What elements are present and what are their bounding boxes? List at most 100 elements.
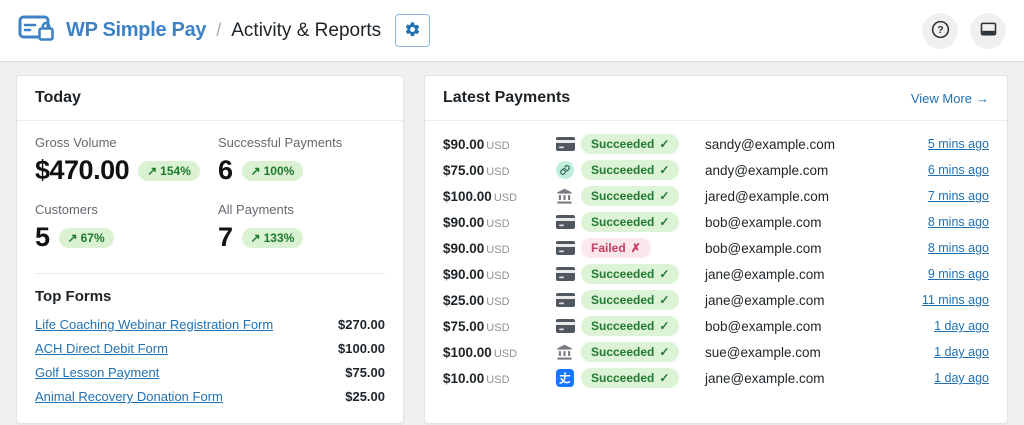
card-icon xyxy=(556,215,581,229)
payment-email: bob@example.com xyxy=(705,241,928,256)
top-form-row: ACH Direct Debit Form $100.00 xyxy=(35,341,385,356)
status-mark-icon: ✓ xyxy=(659,267,669,281)
form-link[interactable]: Life Coaching Webinar Registration Form xyxy=(35,317,273,332)
top-forms-list: Life Coaching Webinar Registration Form … xyxy=(35,317,385,404)
today-title: Today xyxy=(35,89,81,107)
stat-delta-badge: ↗ 133% xyxy=(242,228,304,248)
form-link[interactable]: Golf Lesson Payment xyxy=(35,365,159,380)
payment-email: sandy@example.com xyxy=(705,137,928,152)
status-mark-icon: ✓ xyxy=(659,319,669,333)
payment-time-link[interactable]: 5 mins ago xyxy=(928,137,989,151)
form-amount: $270.00 xyxy=(338,317,385,332)
payment-time-link[interactable]: 7 mins ago xyxy=(928,189,989,203)
form-amount: $25.00 xyxy=(345,389,385,404)
payment-row: $100.00USD Succeeded✓ jared@example.com … xyxy=(443,183,989,209)
view-more-link[interactable]: View More → xyxy=(911,91,989,106)
payment-time-link[interactable]: 8 mins ago xyxy=(928,215,989,229)
payment-row: $75.00USD Succeeded✓ bob@example.com 1 d… xyxy=(443,313,989,339)
payment-time-link[interactable]: 8 mins ago xyxy=(928,241,989,255)
stat-value: 6 xyxy=(218,155,233,186)
form-link[interactable]: ACH Direct Debit Form xyxy=(35,341,168,356)
status-mark-icon: ✓ xyxy=(659,371,669,385)
top-forms-title: Top Forms xyxy=(35,288,385,305)
help-button[interactable]: ? xyxy=(922,13,958,49)
stat-label: Successful Payments xyxy=(218,135,385,150)
stat-value: $470.00 xyxy=(35,155,129,186)
card-icon xyxy=(556,267,581,281)
latest-payments-title: Latest Payments xyxy=(443,89,570,107)
stat-value: 5 xyxy=(35,222,50,253)
payment-row: $75.00USD Succeeded✓ andy@example.com 6 … xyxy=(443,157,989,183)
payment-email: jared@example.com xyxy=(705,189,928,204)
status-mark-icon: ✓ xyxy=(659,189,669,203)
status-mark-icon: ✓ xyxy=(659,345,669,359)
link-icon xyxy=(556,161,581,179)
stat-label: Customers xyxy=(35,202,218,217)
stat-block: Customers 5 ↗ 67% xyxy=(35,202,218,253)
card-icon xyxy=(556,137,581,151)
payment-row: $10.00USD Succeeded✓ jane@example.com 1 … xyxy=(443,365,989,391)
payment-email: jane@example.com xyxy=(705,371,934,386)
payment-row: $90.00USD Succeeded✓ jane@example.com 9 … xyxy=(443,261,989,287)
payments-list: $90.00USD Succeeded✓ sandy@example.com 5… xyxy=(425,121,1007,405)
gear-icon xyxy=(404,21,421,41)
payment-amount: $90.00USD xyxy=(443,241,556,256)
payment-time-link[interactable]: 1 day ago xyxy=(934,345,989,359)
status-badge: Succeeded✓ xyxy=(581,186,679,206)
payment-email: bob@example.com xyxy=(705,319,934,334)
payment-amount: $100.00USD xyxy=(443,345,556,360)
status-mark-icon: ✓ xyxy=(659,137,669,151)
payment-row: $25.00USD Succeeded✓ jane@example.com 11… xyxy=(443,287,989,313)
screen-options-button[interactable] xyxy=(970,13,1006,49)
payment-amount: $90.00USD xyxy=(443,137,556,152)
stat-block: Successful Payments 6 ↗ 100% xyxy=(218,135,385,186)
status-mark-icon: ✓ xyxy=(659,163,669,177)
payment-row: $90.00USD Succeeded✓ sandy@example.com 5… xyxy=(443,131,989,157)
payment-time-link[interactable]: 1 day ago xyxy=(934,371,989,385)
top-forms-section: Top Forms Life Coaching Webinar Registra… xyxy=(17,274,403,423)
trend-up-icon: ↗ xyxy=(68,231,78,245)
status-badge: Succeeded✓ xyxy=(581,264,679,284)
status-badge: Succeeded✓ xyxy=(581,160,679,180)
payment-row: $90.00USD Succeeded✓ bob@example.com 8 m… xyxy=(443,209,989,235)
stat-block: Gross Volume $470.00 ↗ 154% xyxy=(35,135,218,186)
payment-time-link[interactable]: 6 mins ago xyxy=(928,163,989,177)
dashboard-content: Today Gross Volume $470.00 ↗ 154% Succes… xyxy=(0,62,1024,425)
brand-text: WP Simple Pay xyxy=(66,19,206,42)
payment-time-link[interactable]: 9 mins ago xyxy=(928,267,989,281)
trend-up-icon: ↗ xyxy=(251,231,261,245)
payment-amount: $25.00USD xyxy=(443,293,556,308)
payment-email: andy@example.com xyxy=(705,163,928,178)
stat-delta-badge: ↗ 67% xyxy=(59,228,114,248)
latest-payments-header: Latest Payments View More → xyxy=(425,76,1007,121)
topbar-actions: ? xyxy=(922,13,1006,49)
page-title: Activity & Reports xyxy=(231,20,381,42)
svg-text:?: ? xyxy=(937,24,943,36)
stat-value: 7 xyxy=(218,222,233,253)
top-form-row: Animal Recovery Donation Form $25.00 xyxy=(35,389,385,404)
screen-icon xyxy=(978,19,999,43)
status-mark-icon: ✓ xyxy=(659,293,669,307)
alipay-icon xyxy=(556,369,581,387)
wp-simple-pay-logo-icon xyxy=(18,14,56,48)
payment-row: $90.00USD Failed✗ bob@example.com 8 mins… xyxy=(443,235,989,261)
help-icon: ? xyxy=(930,19,951,43)
settings-button[interactable] xyxy=(395,14,430,47)
payment-time-link[interactable]: 1 day ago xyxy=(934,319,989,333)
payment-amount: $75.00USD xyxy=(443,319,556,334)
card-icon xyxy=(556,319,581,333)
arrow-right-icon: → xyxy=(976,91,989,106)
trend-up-icon: ↗ xyxy=(251,164,261,178)
top-form-row: Golf Lesson Payment $75.00 xyxy=(35,365,385,380)
payment-time-link[interactable]: 11 mins ago xyxy=(922,293,989,307)
payment-email: bob@example.com xyxy=(705,215,928,230)
status-badge: Succeeded✓ xyxy=(581,290,679,310)
today-card-header: Today xyxy=(17,76,403,121)
form-link[interactable]: Animal Recovery Donation Form xyxy=(35,389,223,404)
brand-lockup: WP Simple Pay xyxy=(18,14,206,48)
form-amount: $75.00 xyxy=(345,365,385,380)
payment-email: sue@example.com xyxy=(705,345,934,360)
status-badge: Succeeded✓ xyxy=(581,368,679,388)
trend-up-icon: ↗ xyxy=(147,164,157,178)
payment-amount: $90.00USD xyxy=(443,267,556,282)
